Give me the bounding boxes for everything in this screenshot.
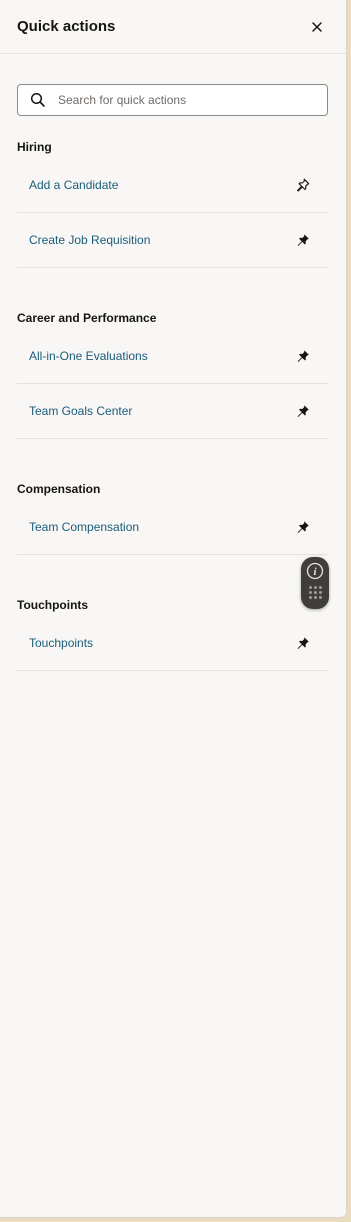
section-title: Compensation (17, 482, 101, 496)
panel-title: Quick actions (17, 18, 116, 35)
floating-help-widget[interactable]: i (301, 557, 329, 609)
pin-filled-icon[interactable] (296, 233, 310, 247)
section-title: Hiring (17, 140, 52, 154)
panel-header: Quick actions (0, 0, 346, 54)
quick-action-item[interactable]: Team Compensation (17, 500, 328, 555)
pin-filled-icon[interactable] (296, 520, 310, 534)
section-title: Touchpoints (17, 598, 89, 612)
info-icon[interactable]: i (306, 562, 324, 580)
pin-outline-icon[interactable] (296, 178, 310, 192)
close-button[interactable] (306, 16, 328, 38)
search-input[interactable] (58, 93, 308, 107)
quick-actions-list: Hiring Add a Candidate Create Job Requisit… (0, 116, 346, 671)
close-icon (312, 21, 322, 32)
keypad-icon[interactable] (308, 586, 322, 599)
quick-actions-panel: Quick actions Hiring Add a Candidate Creat… (0, 0, 347, 1218)
quick-action-item[interactable]: All-in-One Evaluations (17, 329, 328, 384)
svg-text:i: i (313, 566, 317, 578)
quick-action-link[interactable]: Team Goals Center (29, 404, 132, 418)
pin-filled-icon[interactable] (296, 404, 310, 418)
quick-action-link[interactable]: Add a Candidate (29, 178, 118, 192)
quick-action-item[interactable]: Team Goals Center (17, 384, 328, 439)
search-box[interactable] (17, 84, 328, 116)
quick-action-link[interactable]: Touchpoints (29, 636, 93, 650)
quick-action-item[interactable]: Touchpoints (17, 616, 328, 671)
search-icon (30, 92, 46, 108)
section-title: Career and Performance (17, 311, 157, 325)
quick-action-item[interactable]: Create Job Requisition (17, 213, 328, 268)
pin-filled-icon[interactable] (296, 349, 310, 363)
quick-action-link[interactable]: All-in-One Evaluations (29, 349, 148, 363)
quick-action-link[interactable]: Team Compensation (29, 520, 139, 534)
quick-action-item[interactable]: Add a Candidate (17, 158, 328, 213)
quick-action-link[interactable]: Create Job Requisition (29, 233, 150, 247)
pin-filled-icon[interactable] (296, 636, 310, 650)
